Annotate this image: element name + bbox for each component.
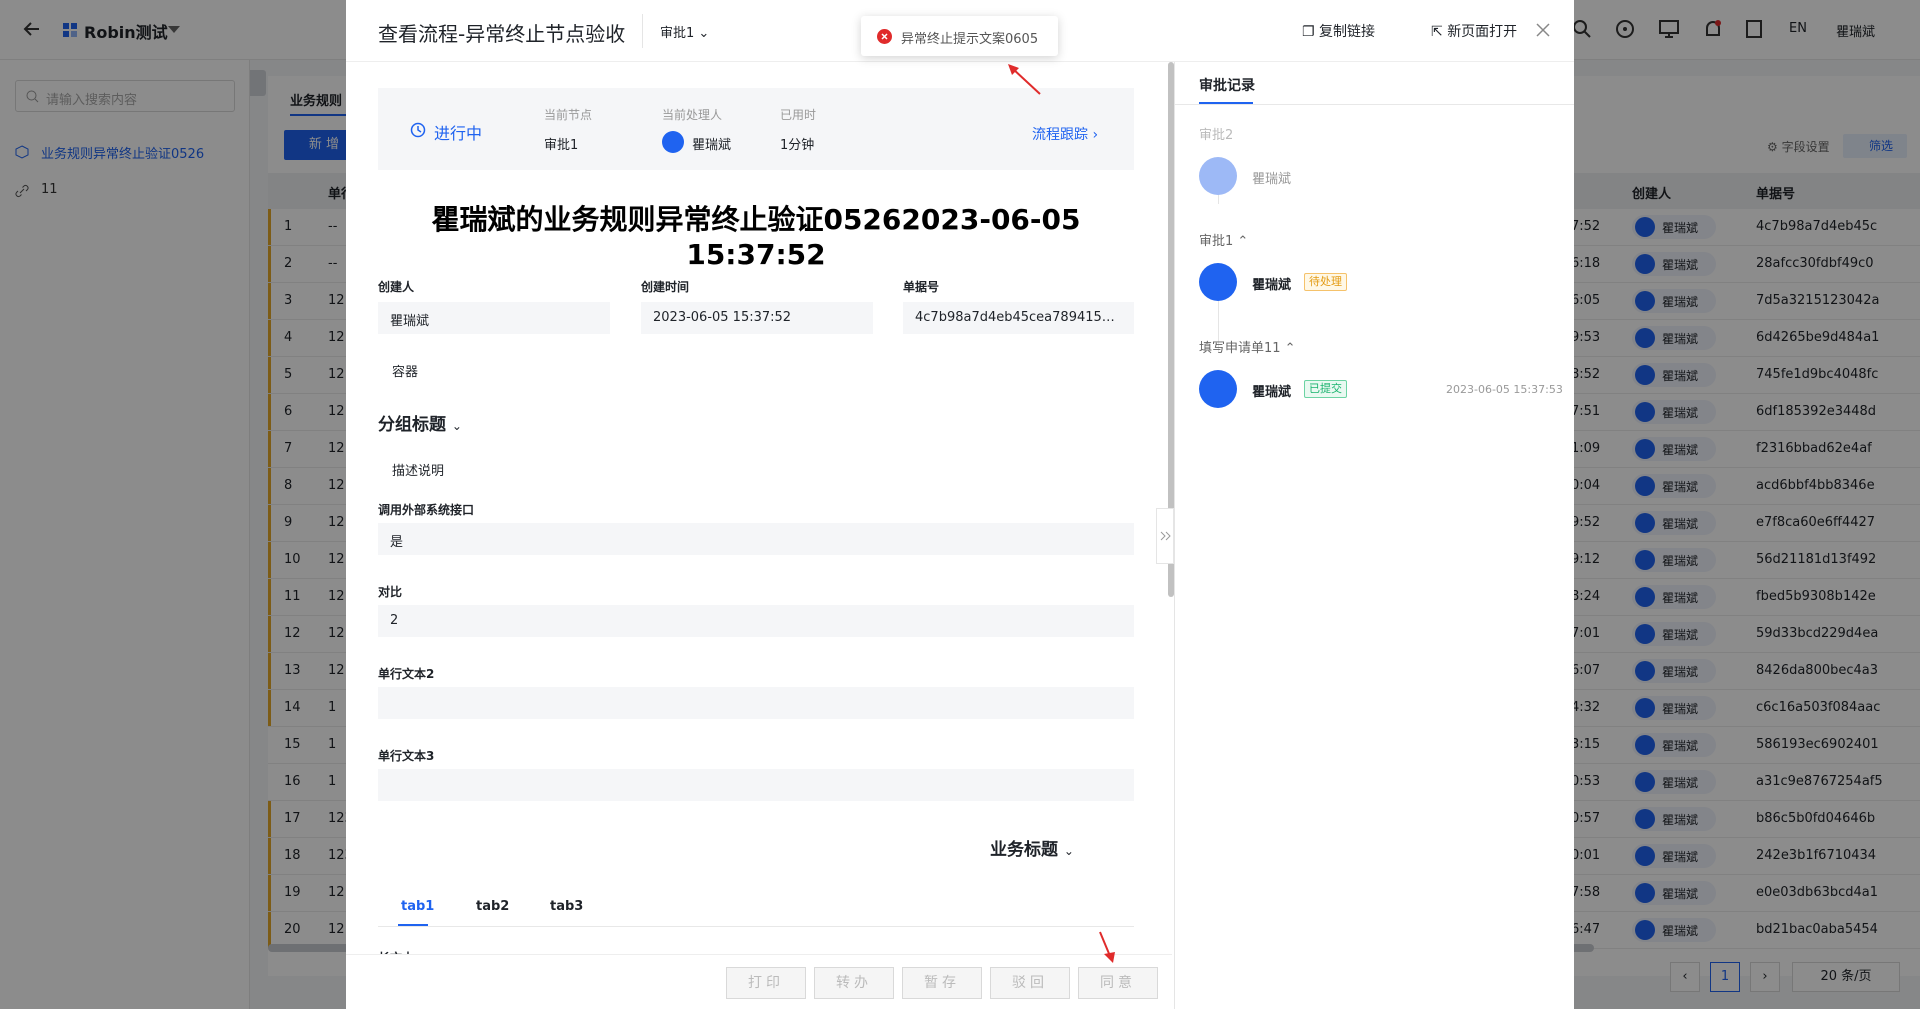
status-badge-pending: 待处理 xyxy=(1304,273,1347,291)
agree-button[interactable]: 同意 xyxy=(1078,967,1158,999)
tab-1[interactable]: tab1 xyxy=(401,899,434,914)
description-text: 描述说明 xyxy=(392,464,445,479)
active-tab-indicator xyxy=(398,924,428,926)
close-icon[interactable] xyxy=(1536,23,1550,37)
creator-field: 瞿瑞斌 xyxy=(378,302,610,334)
tabs-divider xyxy=(378,926,1134,927)
approval-log-tab[interactable]: 审批记录 xyxy=(1199,75,1255,95)
created-time-label: 创建时间 xyxy=(641,280,690,294)
annotation-arrow xyxy=(1008,64,1041,95)
print-button[interactable]: 打印 xyxy=(726,967,806,999)
status-badge-submitted: 已提交 xyxy=(1304,380,1347,398)
log-tab-divider xyxy=(1175,104,1574,105)
process-modal: 查看流程-异常终止节点验收 审批1 ⌄ ❐ 复制链接 ⇱ 新页面打开 进行中 当… xyxy=(346,0,1574,1009)
submit-time: 2023-06-05 15:37:53 xyxy=(1446,383,1563,396)
double-chevron-right-icon xyxy=(1160,531,1171,541)
text2-label: 单行文本2 xyxy=(378,667,435,681)
section-fill-form[interactable]: 填写申请单11 ⌃ xyxy=(1199,337,1296,356)
handler-value: 瞿瑞斌 xyxy=(692,138,732,153)
approver-name: 瞿瑞斌 xyxy=(1252,172,1292,187)
avatar xyxy=(662,131,684,153)
text3-label: 单行文本3 xyxy=(378,749,435,763)
clock-icon xyxy=(410,122,426,138)
business-title[interactable]: 业务标题 ⌄ xyxy=(990,835,1074,860)
api-field: 是 xyxy=(378,523,1134,555)
status-box: 进行中 当前节点 审批1 当前处理人 瞿瑞斌 已用时 1分钟 流程跟踪 › xyxy=(378,88,1134,170)
action-footer: 打印 转办 暂存 驳回 同意 xyxy=(346,954,1172,1009)
node-select[interactable]: 审批1 ⌄ xyxy=(660,22,709,41)
open-new-page-button[interactable]: ⇱ 新页面打开 xyxy=(1431,21,1517,41)
modal-title: 查看流程-异常终止节点验收 xyxy=(378,22,626,46)
container-label: 容器 xyxy=(392,365,419,380)
group-title[interactable]: 分组标题 ⌄ xyxy=(378,410,462,435)
form-pane: 进行中 当前节点 审批1 当前处理人 瞿瑞斌 已用时 1分钟 流程跟踪 › 瞿瑞… xyxy=(346,62,1172,1009)
save-draft-button[interactable]: 暂存 xyxy=(902,967,982,999)
api-label: 调用外部系统接口 xyxy=(378,503,475,517)
section-approval2: 审批2 xyxy=(1199,128,1234,143)
text2-field xyxy=(378,687,1134,719)
elapsed-value: 1分钟 xyxy=(780,138,815,153)
compare-field: 2 xyxy=(378,605,1134,637)
avatar xyxy=(1199,157,1237,195)
error-icon xyxy=(877,29,892,44)
reject-button[interactable]: 驳回 xyxy=(990,967,1070,999)
elapsed-label: 已用时 xyxy=(780,108,817,122)
annotation-arrow xyxy=(1099,931,1115,963)
tab-3[interactable]: tab3 xyxy=(550,899,583,914)
avatar xyxy=(1199,263,1237,301)
creator-label: 创建人 xyxy=(378,280,415,294)
handler-label: 当前处理人 xyxy=(662,108,723,122)
submitter-name: 瞿瑞斌 xyxy=(1252,385,1292,400)
text3-field xyxy=(378,769,1134,801)
current-node-value: 审批1 xyxy=(544,138,579,153)
pane-toggle[interactable] xyxy=(1156,508,1174,564)
log-tab-indicator xyxy=(1199,102,1253,104)
header-divider xyxy=(642,14,643,48)
code-field: 4c7b98a7d4eb45cea789415472... xyxy=(903,302,1134,334)
tab-2[interactable]: tab2 xyxy=(476,899,509,914)
error-toast: 异常终止提示文案0605 xyxy=(861,16,1058,56)
process-trace-link[interactable]: 流程跟踪 › xyxy=(1032,124,1098,144)
transfer-button[interactable]: 转办 xyxy=(814,967,894,999)
current-node-label: 当前节点 xyxy=(544,108,593,122)
created-time-field: 2023-06-05 15:37:52 xyxy=(641,302,873,334)
compare-label: 对比 xyxy=(378,585,403,599)
approver-name: 瞿瑞斌 xyxy=(1252,278,1292,293)
document-title: 瞿瑞斌的业务规则异常终止验证05262023-06-05 15:37:52 xyxy=(431,203,1081,271)
avatar xyxy=(1199,370,1237,408)
approval-log-pane: 审批记录 审批2 瞿瑞斌 审批1 ⌃ 瞿瑞斌 待处理 填写申请单11 ⌃ 瞿瑞斌… xyxy=(1175,62,1574,1009)
copy-link-button[interactable]: ❐ 复制链接 xyxy=(1302,21,1375,41)
code-label: 单据号 xyxy=(903,280,940,294)
section-approval1[interactable]: 审批1 ⌃ xyxy=(1199,230,1248,249)
